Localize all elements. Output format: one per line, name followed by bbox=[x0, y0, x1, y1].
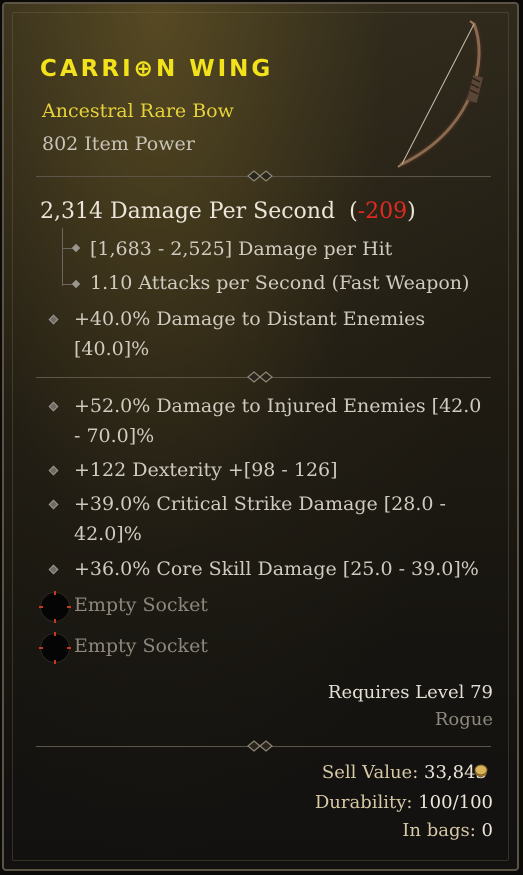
socket-icon bbox=[39, 591, 71, 623]
empty-socket-label: Empty Socket bbox=[74, 594, 208, 616]
title-glyph: ⊕ bbox=[133, 56, 156, 82]
dps-value: 2,314 Damage Per Second bbox=[40, 199, 336, 224]
item-name: CARRI⊕N WING bbox=[40, 56, 274, 82]
affix-line2: - 70.0]% bbox=[74, 425, 155, 447]
affix-row: +36.0% Core Skill Damage [25.0 - 39.0]% bbox=[74, 554, 494, 584]
implicit-line1: +40.0% Damage to Distant Enemies bbox=[74, 308, 426, 330]
affix-line2: 42.0]% bbox=[74, 523, 142, 545]
affix-row: +52.0% Damage to Injured Enemies [42.0 -… bbox=[74, 391, 494, 451]
divider-ornament-icon bbox=[247, 371, 273, 383]
socket-icon bbox=[39, 632, 71, 664]
dps-delta-close: ) bbox=[407, 199, 416, 224]
sell-value-label: Sell Value: bbox=[321, 762, 419, 783]
affix-line1: +52.0% Damage to Injured Enemies [42.0 bbox=[74, 395, 482, 417]
affix-line1: +36.0% Core Skill Damage [25.0 - 39.0]% bbox=[74, 558, 479, 580]
affix-line1: +122 Dexterity +[98 - 126] bbox=[74, 459, 338, 481]
in-bags-label: In bags: bbox=[402, 820, 476, 841]
affix-row: +122 Dexterity +[98 - 126] bbox=[74, 455, 494, 485]
dps-delta: -209 bbox=[357, 199, 408, 224]
bow-icon bbox=[397, 20, 483, 168]
stat-tree-line bbox=[62, 228, 63, 286]
durability-value: 100/100 bbox=[418, 792, 493, 813]
implicit-line2: [40.0]% bbox=[74, 338, 150, 360]
affix-line1: +39.0% Critical Strike Damage [28.0 - bbox=[74, 493, 446, 515]
in-bags: In bags: 0 bbox=[402, 820, 493, 841]
divider-ornament-icon bbox=[247, 170, 273, 182]
dps-delta-open: ( bbox=[349, 199, 358, 224]
damage-per-hit: [1,683 - 2,525] Damage per Hit bbox=[90, 238, 393, 260]
divider-ornament-icon bbox=[247, 740, 273, 752]
damage-per-second: 2,314 Damage Per Second (-209) bbox=[40, 199, 416, 224]
required-class: Rogue bbox=[434, 709, 493, 730]
durability: Durability: 100/100 bbox=[315, 792, 493, 813]
empty-socket-label: Empty Socket bbox=[74, 635, 208, 657]
item-power: 802 Item Power bbox=[42, 133, 195, 155]
in-bags-value: 0 bbox=[481, 820, 493, 841]
affix-row: +39.0% Critical Strike Damage [28.0 - 42… bbox=[74, 489, 494, 549]
implicit-affix: +40.0% Damage to Distant Enemies [40.0]% bbox=[74, 304, 494, 364]
required-level: Requires Level 79 bbox=[327, 682, 493, 703]
attack-speed: 1.10 Attacks per Second (Fast Weapon) bbox=[90, 272, 470, 294]
sell-value: Sell Value: 33,843 bbox=[322, 762, 487, 783]
item-type: Ancestral Rare Bow bbox=[42, 100, 234, 122]
durability-label: Durability: bbox=[314, 792, 413, 813]
gold-coin-icon bbox=[474, 764, 488, 777]
